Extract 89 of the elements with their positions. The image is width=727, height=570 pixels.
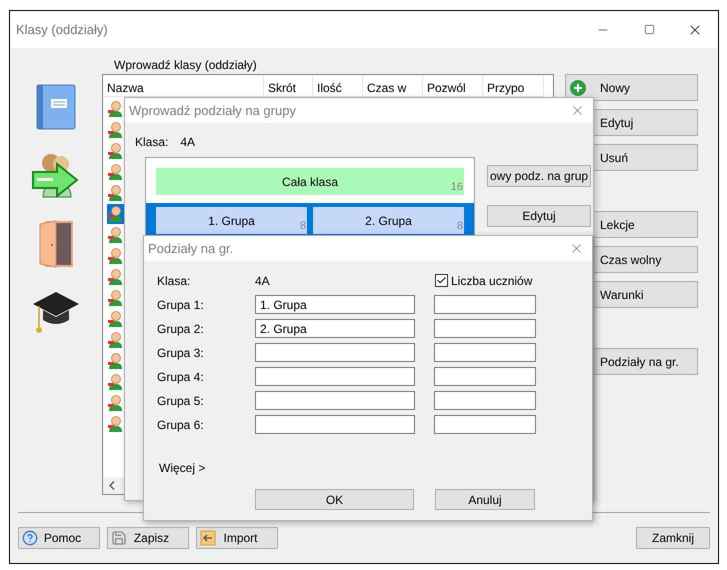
dialog-button[interactable]: Anuluj [435,489,535,510]
add-icon [570,80,586,96]
person-icon [108,206,123,222]
class-value: 4A [255,272,271,290]
footer-button[interactable]: Import [196,527,278,549]
row-selection[interactable] [107,246,124,266]
row-selection[interactable] [107,267,124,287]
class-value: 4A [180,134,196,151]
dialog-button[interactable]: Edytuj [487,205,591,227]
student-count-field[interactable] [434,391,536,410]
student-count: 16 [450,180,463,194]
person-icon [108,416,123,432]
group-bar[interactable]: 1. Grupa 8 [156,207,307,234]
row-selection[interactable] [107,309,124,329]
row-selection[interactable] [107,99,124,119]
division-row[interactable]: 1. Grupa 8 2. Grupa 8 [146,203,474,238]
close-window-button[interactable]: Zamknij [636,527,710,549]
footer-button[interactable]: Zapisz [107,527,189,549]
footer-button[interactable]: Pomoc [18,527,100,549]
student-count-field[interactable] [434,295,536,314]
more-link[interactable]: Więcej > [157,439,206,477]
dialog-button[interactable]: owy podz. na grup [487,165,591,187]
group-name-field[interactable] [255,391,415,410]
book-icon[interactable] [36,84,76,130]
group-label: Cała klasa [282,174,338,190]
row-selection[interactable] [107,372,124,392]
group-name-field[interactable] [255,367,415,386]
student-count-field[interactable] [434,319,536,338]
side-button[interactable]: Nowy [565,74,698,101]
class-label: Klasa: [135,134,168,151]
person-icon [108,353,123,369]
group-field-label: Grupa 3: [157,344,205,362]
person-icon [108,311,123,327]
person-icon [108,227,123,243]
class-label: Klasa: [157,272,192,290]
check-icon [436,275,447,286]
dialog-title: Podziały na gr. [148,240,234,258]
row-selection[interactable] [107,351,124,371]
group-bar[interactable]: Cała klasa 16 [156,168,464,195]
group-name-field[interactable]: 1. Grupa [255,295,415,314]
group-field-label: Grupa 4: [157,368,205,386]
checkbox[interactable] [435,274,448,287]
person-icon [108,374,123,390]
person-icon [108,269,123,285]
group-label: 1. Grupa [208,212,255,230]
group-name-field[interactable] [255,343,415,362]
row-selection[interactable] [107,120,124,140]
chevron-left-icon [108,481,114,490]
student-count-field[interactable] [434,415,536,434]
row-selection[interactable] [107,141,124,161]
save-icon [111,530,127,546]
group-name-field[interactable]: 2. Grupa [255,319,415,338]
row-selection[interactable] [107,414,124,434]
group-bar[interactable]: 2. Grupa 8 [313,207,464,234]
row-selection[interactable] [107,393,124,413]
person-icon [108,185,123,201]
section-label: Wprowadź klasy (oddziały) [113,57,258,74]
group-field-label: Grupa 6: [157,416,205,434]
person-icon [108,122,123,138]
person-icon [108,164,123,180]
student-count-field[interactable] [434,367,536,386]
person-icon [108,248,123,264]
group-label: 2. Grupa [365,212,412,230]
person-icon [108,143,123,159]
student-count-field[interactable] [434,343,536,362]
dialog-title: Wprowadź podziały na grupy [129,102,296,120]
person-icon [108,290,123,306]
group-name-field[interactable] [255,415,415,434]
person-icon [108,332,123,348]
row-selection[interactable] [107,330,124,350]
row-selection[interactable] [107,288,124,308]
person-icon [108,101,123,117]
checkbox-label: Liczba uczniów [451,272,532,290]
window-title: Klasy (oddziały) [16,20,108,39]
row-selection[interactable] [107,204,124,224]
group-field-label: Grupa 1: [157,296,205,314]
row-selection[interactable] [107,183,124,203]
row-selection[interactable] [107,162,124,182]
maximize-icon[interactable] [644,24,654,35]
door-icon[interactable] [38,220,74,268]
group-field-label: Grupa 2: [157,320,205,338]
help-icon [22,530,38,546]
student-count: 8 [456,218,463,234]
row-selection[interactable] [107,225,124,245]
group-field-label: Grupa 5: [157,392,205,410]
import-icon [200,530,216,546]
person-icon [108,395,123,411]
student-count: 8 [300,218,306,234]
dialog-button[interactable]: OK [255,489,414,510]
